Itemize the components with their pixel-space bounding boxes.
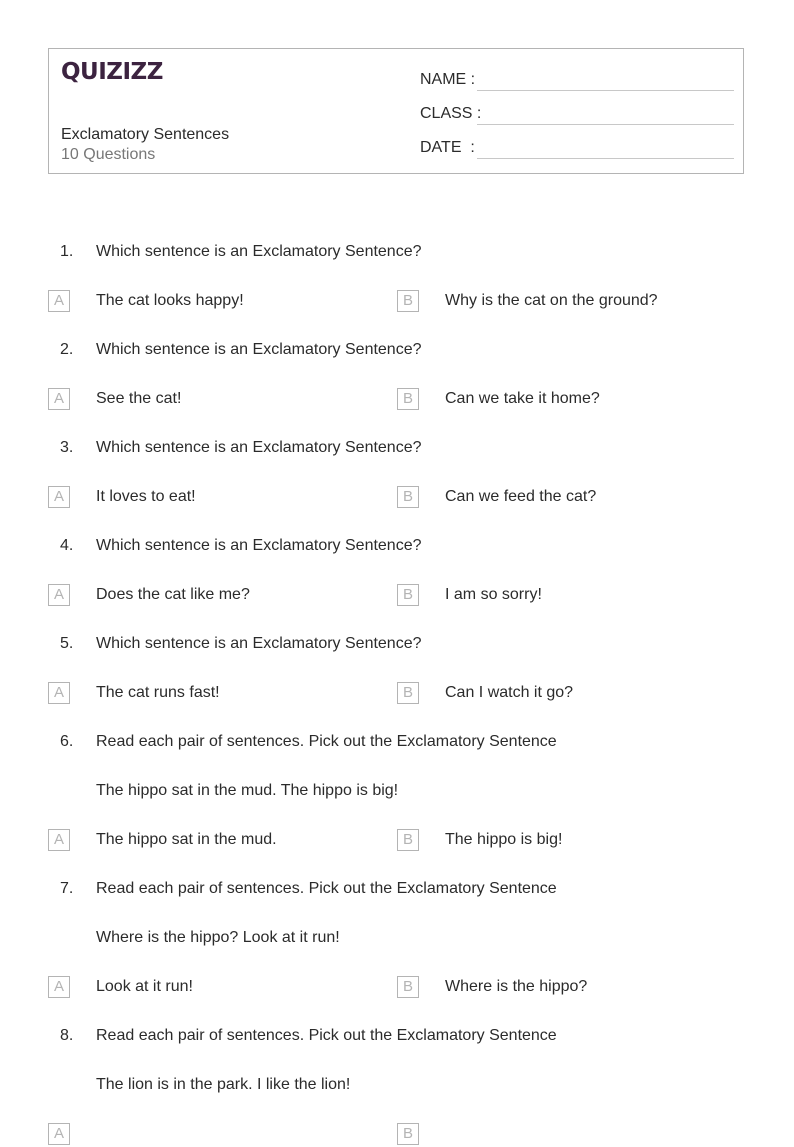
option-b-checkbox[interactable]: B — [397, 486, 419, 508]
option-b-checkbox[interactable]: B — [397, 388, 419, 410]
quizizz-logo: QUIZIZZ — [61, 59, 163, 85]
answer-options: A Does the cat like me? B I am so sorry! — [0, 582, 794, 608]
question-number: 7. — [60, 880, 74, 897]
answer-options: A The hippo sat in the mud. B The hippo is … — [0, 827, 794, 853]
answer-options: AB — [0, 1121, 794, 1147]
date-field[interactable]: DATE : — [420, 135, 734, 159]
question-4: 4. Which sentence is an Exclamatory Sente… — [0, 533, 794, 559]
question-1: 1. Which sentence is an Exclamatory Sente… — [0, 239, 794, 265]
option-a-checkbox[interactable]: A — [48, 1123, 70, 1145]
option-a-text: It loves to eat! — [96, 488, 196, 505]
option-b-text: Where is the hippo? — [445, 978, 588, 995]
answer-options: A The cat looks happy! B Why is the cat on … — [0, 288, 794, 314]
question-count: 10 Questions — [61, 146, 156, 163]
question-number: 4. — [60, 537, 74, 554]
option-a-checkbox[interactable]: A — [48, 486, 70, 508]
name-label: NAME : — [420, 71, 476, 88]
question-number: 5. — [60, 635, 74, 652]
question-8: 8. Read each pair of sentences. Pick out … — [0, 1023, 794, 1049]
option-b-text: The hippo is big! — [445, 831, 563, 848]
option-b-text: Why is the cat on the ground? — [445, 292, 658, 309]
option-a-checkbox[interactable]: A — [48, 829, 70, 851]
question-6: 6. Read each pair of sentences. Pick out … — [0, 729, 794, 755]
option-b-text: Can we take it home? — [445, 390, 600, 407]
answer-options: A The cat runs fast! B Can I watch it go? — [0, 680, 794, 706]
question-number: 2. — [60, 341, 74, 358]
name-field[interactable]: NAME : — [420, 67, 734, 91]
question-passage: The lion is in the park. I like the lion… — [0, 1072, 794, 1098]
answer-options: A It loves to eat! B Can we feed the cat? — [0, 484, 794, 510]
option-a-checkbox[interactable]: A — [48, 388, 70, 410]
question-prompt: Read each pair of sentences. Pick out th… — [96, 733, 557, 750]
question-5: 5. Which sentence is an Exclamatory Sente… — [0, 631, 794, 657]
question-number: 8. — [60, 1027, 74, 1044]
class-field[interactable]: CLASS : — [420, 101, 734, 125]
question-7: 7. Read each pair of sentences. Pick out … — [0, 876, 794, 902]
answer-options: A Look at it run! B Where is the hippo? — [0, 974, 794, 1000]
option-b-checkbox[interactable]: B — [397, 976, 419, 998]
option-a-text: Look at it run! — [96, 978, 193, 995]
option-b-checkbox[interactable]: B — [397, 682, 419, 704]
question-prompt: Read each pair of sentences. Pick out th… — [96, 880, 557, 897]
answer-options: A See the cat! B Can we take it home? — [0, 386, 794, 412]
passage-text: The hippo sat in the mud. The hippo is b… — [96, 782, 399, 799]
option-a-text: The cat runs fast! — [96, 684, 220, 701]
option-a-checkbox[interactable]: A — [48, 976, 70, 998]
question-passage: The hippo sat in the mud. The hippo is b… — [0, 778, 794, 804]
option-b-checkbox[interactable]: B — [397, 829, 419, 851]
question-number: 6. — [60, 733, 74, 750]
option-b-text: Can I watch it go? — [445, 684, 574, 701]
date-line[interactable] — [477, 158, 734, 159]
option-a-text: Does the cat like me? — [96, 586, 250, 603]
option-b-text: I am so sorry! — [445, 586, 542, 603]
option-a-text: The hippo sat in the mud. — [96, 831, 277, 848]
option-a-checkbox[interactable]: A — [48, 290, 70, 312]
question-prompt: Which sentence is an Exclamatory Sentenc… — [96, 635, 422, 652]
question-2: 2. Which sentence is an Exclamatory Sente… — [0, 337, 794, 363]
question-prompt: Which sentence is an Exclamatory Sentenc… — [96, 243, 422, 260]
worksheet-header: QUIZIZZ Exclamatory Sentences 10 Questio… — [48, 48, 744, 174]
question-prompt: Which sentence is an Exclamatory Sentenc… — [96, 537, 422, 554]
option-b-checkbox[interactable]: B — [397, 290, 419, 312]
question-prompt: Read each pair of sentences. Pick out th… — [96, 1027, 557, 1044]
name-line[interactable] — [477, 90, 734, 91]
question-prompt: Which sentence is an Exclamatory Sentenc… — [96, 341, 422, 358]
class-label: CLASS : — [420, 105, 482, 122]
worksheet-title: Exclamatory Sentences — [61, 126, 230, 143]
question-number: 3. — [60, 439, 74, 456]
option-a-checkbox[interactable]: A — [48, 682, 70, 704]
option-b-text: Can we feed the cat? — [445, 488, 597, 505]
option-a-text: See the cat! — [96, 390, 182, 407]
question-passage: Where is the hippo? Look at it run! — [0, 925, 794, 951]
passage-text: The lion is in the park. I like the lion… — [96, 1076, 351, 1093]
question-prompt: Which sentence is an Exclamatory Sentenc… — [96, 439, 422, 456]
option-b-checkbox[interactable]: B — [397, 584, 419, 606]
option-b-checkbox[interactable]: B — [397, 1123, 419, 1145]
date-label: DATE : — [420, 139, 475, 156]
question-3: 3. Which sentence is an Exclamatory Sente… — [0, 435, 794, 461]
question-number: 1. — [60, 243, 74, 260]
passage-text: Where is the hippo? Look at it run! — [96, 929, 340, 946]
option-a-text: The cat looks happy! — [96, 292, 244, 309]
option-a-checkbox[interactable]: A — [48, 584, 70, 606]
class-line[interactable] — [477, 124, 734, 125]
